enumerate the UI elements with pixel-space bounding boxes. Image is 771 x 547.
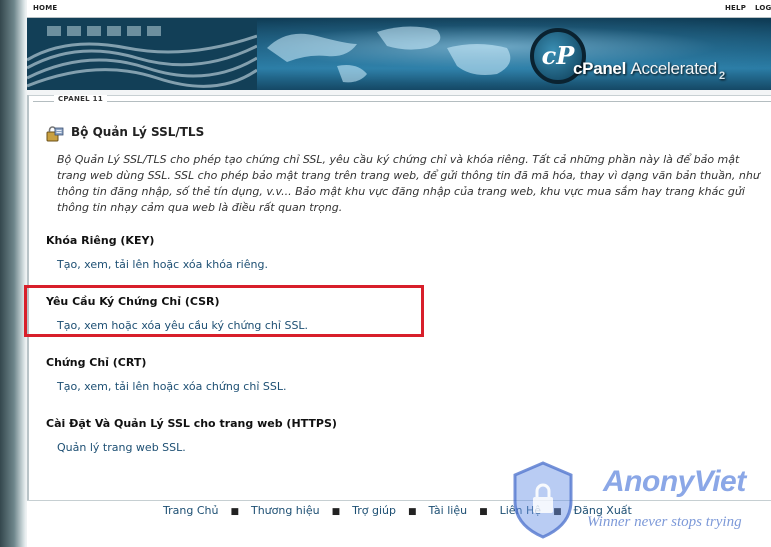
breadcrumb-rule: [33, 101, 771, 102]
watermark-tagline: Winner never stops trying: [587, 514, 742, 530]
help-link[interactable]: HELP: [725, 4, 746, 12]
logout-link[interactable]: LOG: [755, 4, 771, 12]
network-cables-image: [27, 18, 257, 90]
top-nav-bar: HOME HELP LOG: [27, 0, 771, 18]
footer-separator: ■: [230, 507, 239, 517]
section-title-key: Khóa Riêng (KEY): [46, 234, 155, 247]
page-description: Bộ Quản Lý SSL/TLS cho phép tạo chứng ch…: [57, 153, 760, 214]
cpanel-banner: cP cPanel Accelerated 2: [27, 18, 771, 90]
footer-separator: ■: [479, 507, 488, 517]
page-title: Bộ Quản Lý SSL/TLS: [71, 125, 205, 139]
footer-link-home[interactable]: Trang Chủ: [163, 504, 218, 517]
footer-link-help[interactable]: Trợ giúp: [352, 504, 396, 517]
cpanel-logo-text: cPanel Accelerated 2: [573, 59, 725, 82]
footer-link-docs[interactable]: Tài liệu: [428, 504, 467, 517]
manage-certificates-link[interactable]: Tạo, xem, tải lên hoặc xóa chứng chỉ SSL…: [57, 380, 286, 393]
manage-ssl-sites-link[interactable]: Quản lý trang web SSL.: [57, 441, 186, 454]
breadcrumb[interactable]: CPANEL 11: [54, 95, 108, 103]
anonyviet-watermark: AnonyViet Winner never stops trying: [507, 459, 771, 545]
cpanel-frame: HOME HELP LOG cP cPanel Accelerated 2 CP…: [24, 0, 771, 547]
ssl-lock-icon: [46, 126, 64, 142]
footer-link-branding[interactable]: Thương hiệu: [251, 504, 320, 517]
footer-separator: ■: [407, 507, 417, 517]
manage-keys-link[interactable]: Tạo, xem, tải lên hoặc xóa khóa riêng.: [57, 258, 268, 271]
section-title-https: Cài Đặt Và Quản Lý SSL cho trang web (HT…: [46, 417, 337, 430]
cpanel-logo: cP cPanel Accelerated 2: [527, 22, 771, 88]
section-title-crt: Chứng Chỉ (CRT): [46, 356, 147, 369]
highlight-box: [24, 285, 424, 337]
world-map-image: [267, 26, 511, 83]
footer-separator: ■: [331, 507, 341, 517]
home-link[interactable]: HOME: [33, 4, 57, 12]
shield-lock-icon: [513, 461, 573, 539]
banner-divider: [27, 90, 771, 96]
watermark-name: AnonyViet: [603, 465, 746, 498]
